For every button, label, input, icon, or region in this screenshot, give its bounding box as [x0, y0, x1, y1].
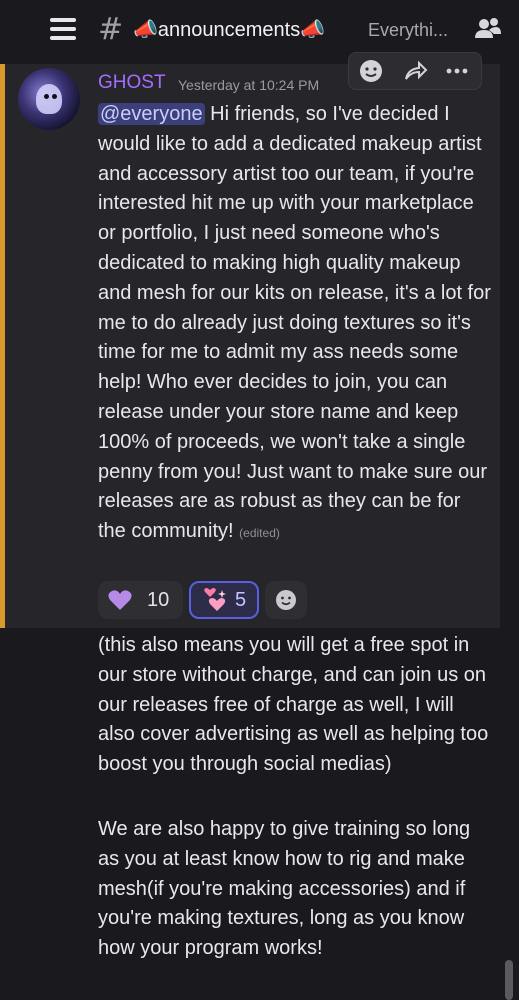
forward-icon[interactable]: [401, 57, 429, 85]
reaction-purple-heart[interactable]: 10: [98, 581, 183, 619]
megaphone-icon: 📣: [133, 19, 158, 41]
message-hover-toolbar: [348, 52, 482, 90]
message-text: Hi friends, so I've decided I would like…: [98, 103, 491, 543]
message-timestamp: Yesterday at 10:24 PM: [178, 77, 320, 93]
channel-name-label: announcements: [157, 19, 301, 41]
avatar[interactable]: [18, 68, 80, 130]
add-reaction-icon: [274, 588, 298, 612]
add-reaction-button[interactable]: [265, 581, 307, 619]
channel-header: # 📣announcements📣 Everythi...: [0, 0, 519, 60]
reaction-sparkling-heart[interactable]: 5: [189, 581, 259, 619]
megaphone-icon: 📣: [300, 19, 326, 41]
message-body: @everyone Hi friends, so I've decided I …: [98, 100, 493, 549]
message-author[interactable]: GHOST: [98, 72, 166, 94]
follow-up-message: We are also happy to give training so lo…: [98, 818, 471, 960]
add-reaction-icon[interactable]: [357, 57, 385, 85]
follow-up-message: (this also means you will get a free spo…: [98, 634, 489, 776]
sparkling-heart-icon: [201, 587, 227, 613]
hamburger-menu-icon[interactable]: [50, 18, 76, 40]
reaction-count: 5: [235, 588, 247, 611]
scrollbar[interactable]: [505, 960, 513, 1000]
channel-name[interactable]: 📣announcements📣: [133, 16, 325, 44]
everyone-mention[interactable]: @everyone: [98, 103, 205, 125]
reaction-count: 10: [147, 588, 170, 611]
members-icon[interactable]: [474, 16, 502, 42]
channel-topic[interactable]: Everythi...: [368, 18, 448, 42]
text-channel-hash-icon: #: [98, 12, 124, 47]
more-options-icon[interactable]: [443, 57, 471, 85]
edited-label: (edited): [239, 526, 280, 541]
purple-heart-icon: [107, 587, 133, 613]
